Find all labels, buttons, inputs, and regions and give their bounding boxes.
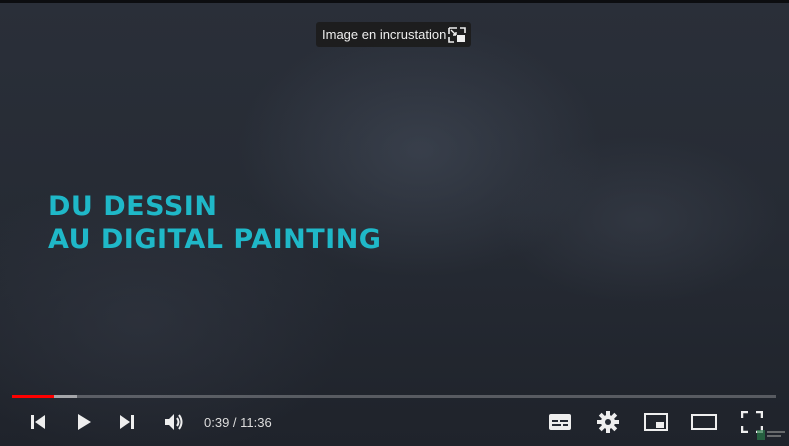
theater-mode-icon — [691, 414, 717, 430]
miniplayer-icon — [644, 413, 668, 431]
subtitles-icon — [549, 414, 571, 430]
gear-icon — [597, 411, 619, 433]
next-icon — [118, 413, 136, 431]
progress-bar[interactable] — [12, 395, 776, 398]
play-button[interactable] — [70, 404, 98, 440]
picture-in-picture-icon[interactable] — [446, 25, 467, 45]
previous-button[interactable] — [24, 404, 52, 440]
play-icon — [75, 413, 93, 431]
next-button[interactable] — [113, 404, 141, 440]
title-line-1: DU DESSIN — [48, 191, 218, 222]
video-player[interactable]: Image en incrustation DU DESSIN AU DIGIT… — [0, 0, 789, 446]
progress-played — [12, 395, 55, 398]
time-display: 0:39 / 11:36 — [204, 414, 272, 430]
theater-mode-button[interactable] — [690, 404, 718, 440]
subtitles-button[interactable] — [546, 404, 574, 440]
settings-button[interactable] — [594, 404, 622, 440]
previous-icon — [29, 413, 47, 431]
top-edge — [0, 0, 789, 3]
title-line-2: AU DIGITAL PAINTING — [48, 224, 382, 255]
miniplayer-button[interactable] — [642, 404, 670, 440]
control-bar — [0, 404, 789, 440]
channel-watermark[interactable] — [757, 428, 787, 442]
volume-icon — [163, 412, 185, 432]
pip-tooltip-label: Image en incrustation — [322, 27, 447, 42]
pip-tooltip: Image en incrustation — [316, 22, 471, 47]
video-title-card: DU DESSIN AU DIGITAL PAINTING — [48, 190, 381, 256]
volume-button[interactable] — [159, 404, 189, 440]
